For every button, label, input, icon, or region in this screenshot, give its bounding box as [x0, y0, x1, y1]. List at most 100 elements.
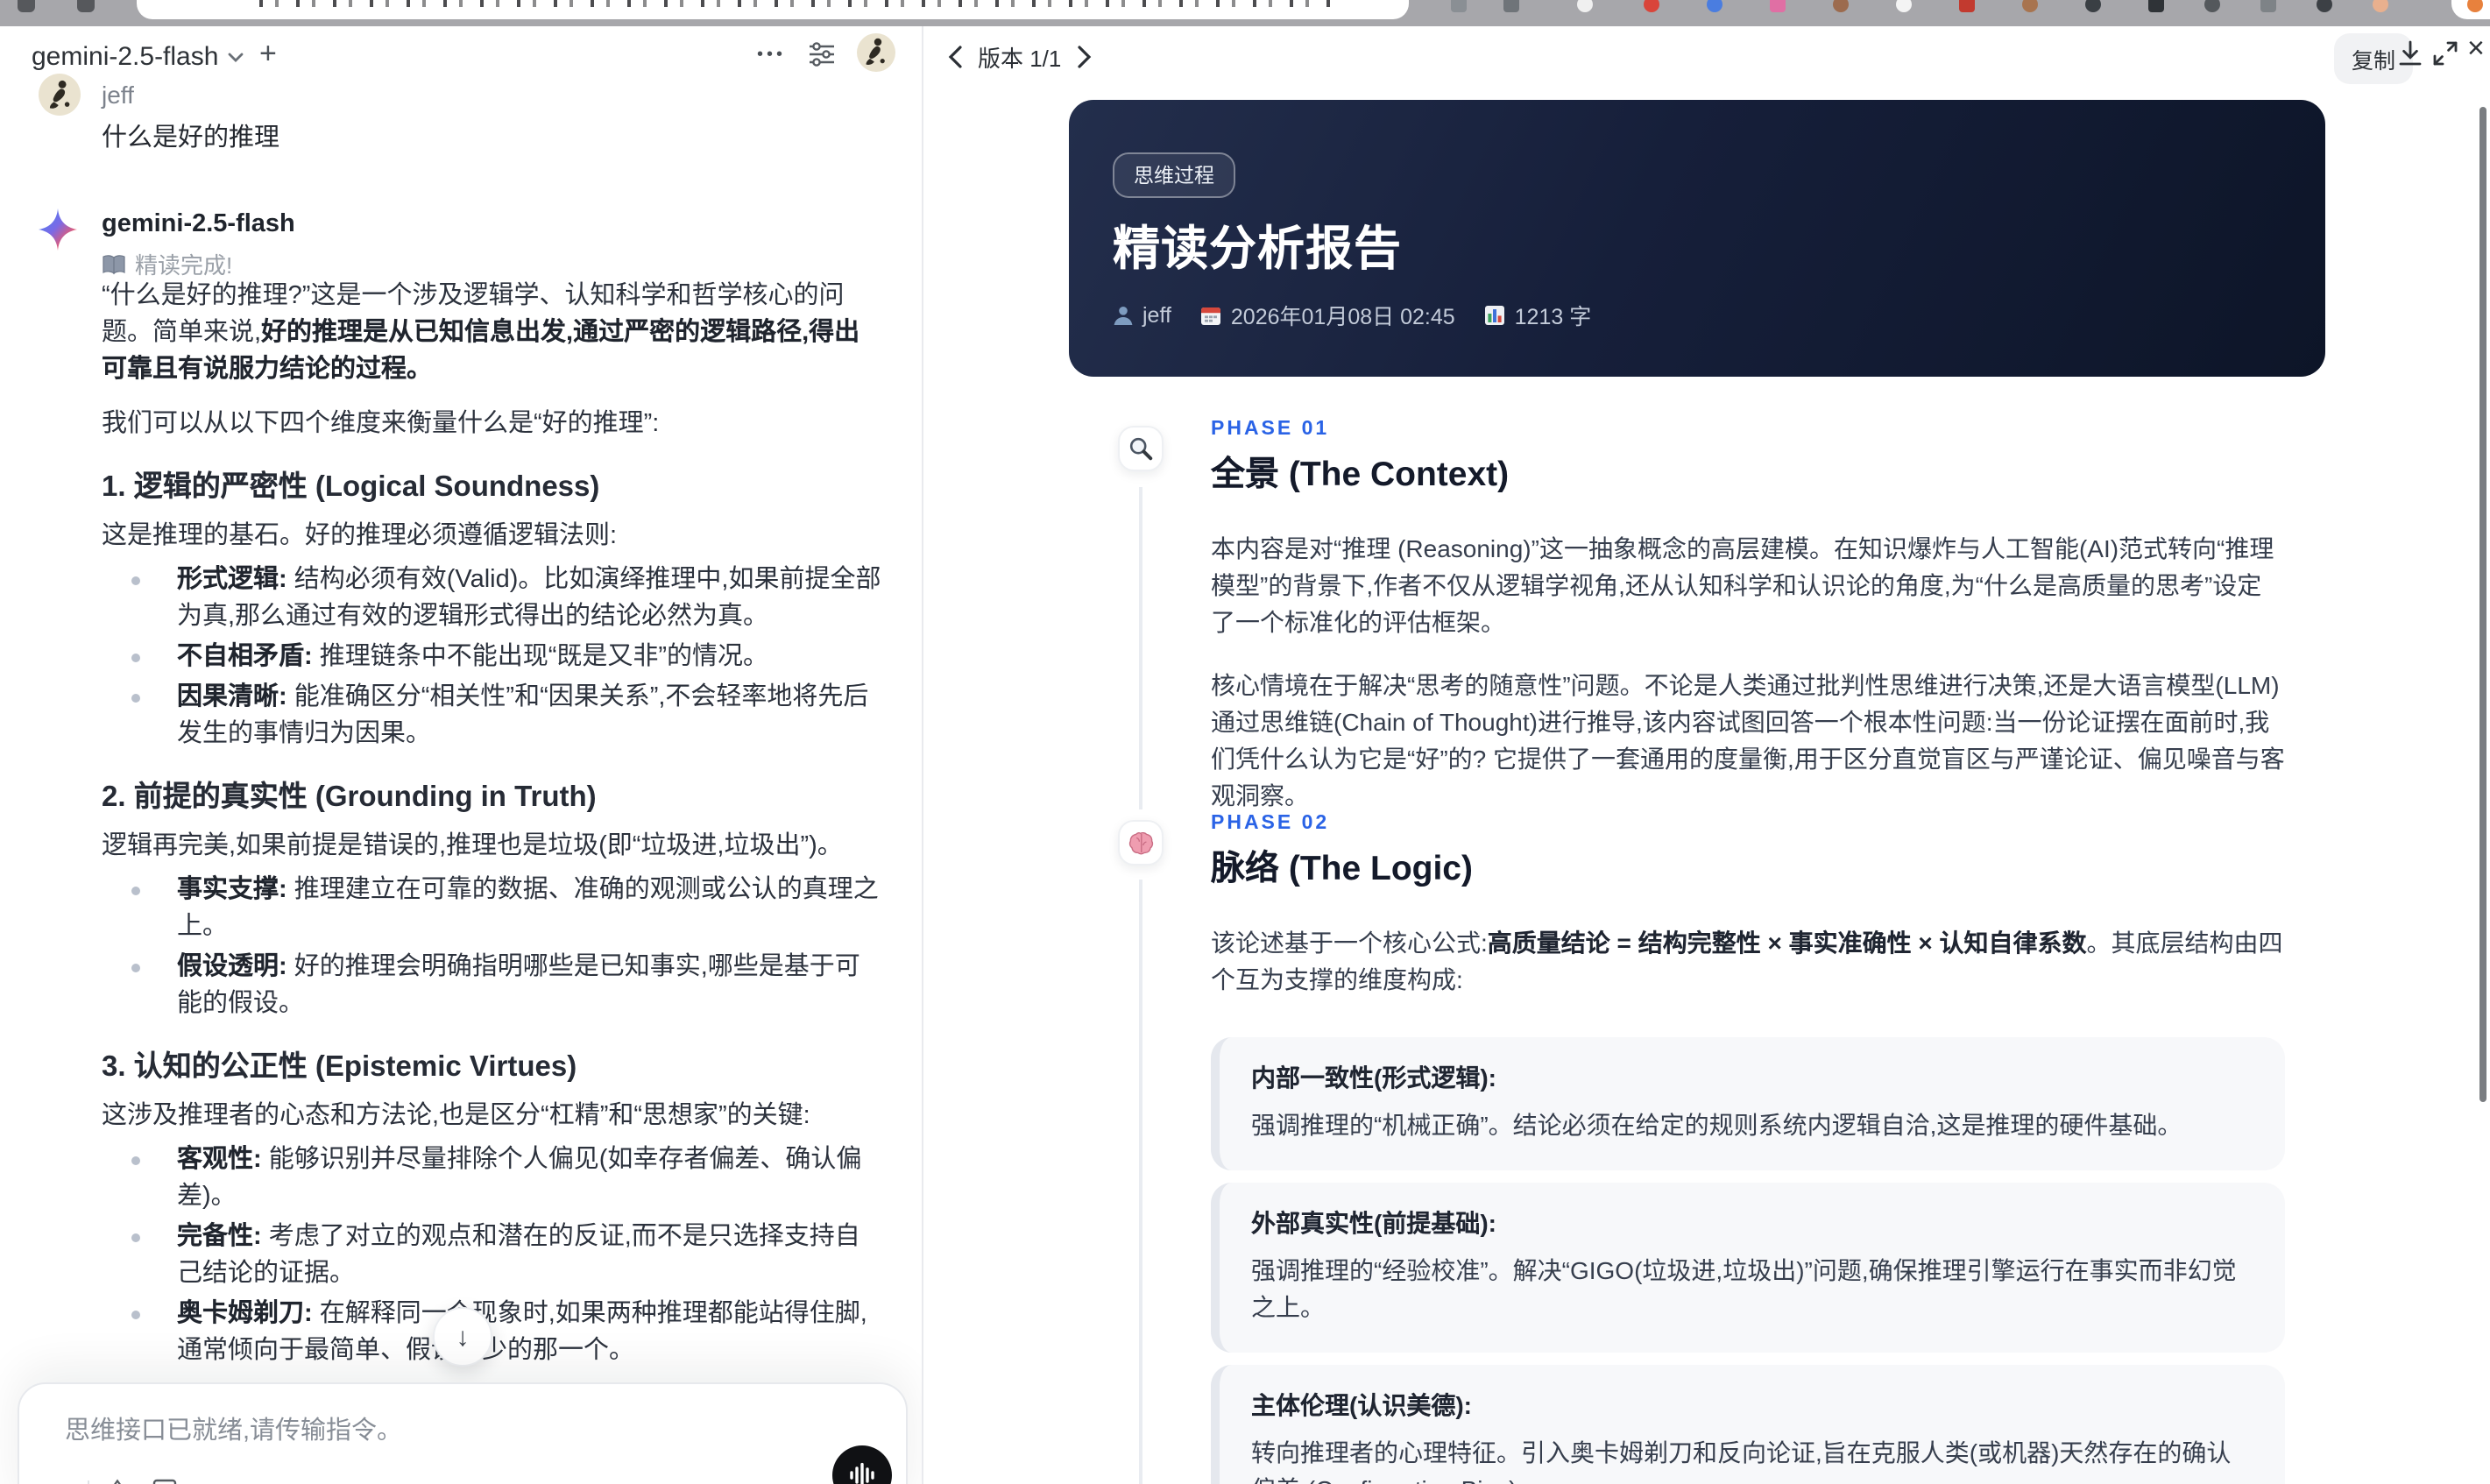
- skills-sparkle-button[interactable]: [103, 1479, 131, 1484]
- extension-icon[interactable]: [1451, 0, 1467, 12]
- scroll-to-bottom-button[interactable]: ↓: [433, 1307, 492, 1367]
- timeline-connector: [1139, 880, 1142, 1484]
- app-root: gemini-2.5-flash + ••• jeff 什么是好的推理 gemi…: [0, 0, 2490, 1484]
- browser-apps-icon[interactable]: [77, 0, 95, 12]
- overview-line: 我们可以从以下四个维度来衡量什么是“好的推理”:: [102, 410, 660, 438]
- extension-icon[interactable]: [1959, 0, 1975, 12]
- next-version-button[interactable]: [1077, 46, 1091, 68]
- assistant-status: 精读完成!: [102, 247, 232, 280]
- extension-icon[interactable]: [1707, 0, 1722, 12]
- extension-icon[interactable]: [2022, 0, 2038, 12]
- extension-icon[interactable]: [1833, 0, 1849, 12]
- section-2-heading: 2. 前提的真实性 (Grounding in Truth): [102, 781, 597, 813]
- phase2-kicker: PHASE 02: [1211, 813, 1330, 834]
- sparkle-diamonds-icon: [114, 1479, 121, 1484]
- bar-chart-icon: [1485, 305, 1505, 324]
- version-navigator: 版本 1/1: [948, 40, 1091, 74]
- user-message-author: jeff: [102, 81, 134, 109]
- previous-version-button[interactable]: [948, 46, 962, 68]
- section-3-heading: 3. 认知的公正性 (Epistemic Virtues): [102, 1051, 577, 1083]
- core-formula: 高质量结论 = 结构完整性 × 事实准确性 × 认知自律系数: [1487, 929, 2087, 957]
- extension-icon[interactable]: [1644, 0, 1659, 12]
- main-area: gemini-2.5-flash + ••• jeff 什么是好的推理 gemi…: [0, 26, 2490, 1484]
- composer-placeholder: 思维接口已就绪,请传输指令。: [65, 1417, 403, 1445]
- model-selector[interactable]: gemini-2.5-flash: [32, 42, 243, 72]
- more-options-button[interactable]: •••: [757, 46, 786, 65]
- phase2-title: 脉络 (The Logic): [1211, 850, 1473, 888]
- phase2-icon-card: [1118, 820, 1164, 866]
- extension-icon[interactable]: [2373, 0, 2388, 12]
- scrollbar-thumb[interactable]: [2479, 107, 2486, 1102]
- browser-back-icon[interactable]: [18, 0, 35, 12]
- user-message-avatar: [39, 74, 81, 116]
- list-item: 形式逻辑: 结构必须有效(Valid)。比如演绎推理中,如果前提全部为真,那么通…: [102, 562, 885, 636]
- assistant-status-text: 精读完成!: [135, 252, 233, 279]
- section-1-list: 形式逻辑: 结构必须有效(Valid)。比如演绎推理中,如果前提全部为真,那么通…: [102, 562, 885, 753]
- section-1-heading: 1. 逻辑的严密性 (Logical Soundness): [102, 471, 600, 503]
- extension-icon[interactable]: [1503, 0, 1519, 12]
- phase1-paragraph-1: 本内容是对“推理 (Reasoning)”这一抽象概念的高层建模。在知识爆炸与人…: [1211, 534, 2274, 636]
- dimension-card: 外部真实性(前提基础): 强调推理的“经验校准”。解决“GIGO(垃圾进,垃圾出…: [1211, 1182, 2285, 1352]
- dimension-card: 内部一致性(形式逻辑): 强调推理的“机械正确”。结论必须在给定的规则系统内逻辑…: [1211, 1037, 2285, 1170]
- artifact-panel: 版本 1/1 复制 × 思维过程 精读分析报告 jeff 2026年01月08日…: [922, 26, 2490, 1484]
- intro-paragraph: “什么是好的推理?”这是一个涉及逻辑学、认知科学和哲学核心的问题。简单来说,好的…: [102, 282, 860, 384]
- dimension-card: 主体伦理(认识美德): 转向推理者的心理特征。引入奥卡姆剃刀和反向论证,旨在克服…: [1211, 1364, 2285, 1484]
- browser-omnibox[interactable]: [137, 0, 1409, 19]
- section-3-list: 客观性: 能够识别并尽量排除个人偏见(如幸存者偏差、确认偏差)。 完备性: 考虑…: [102, 1142, 885, 1370]
- chevron-right-icon: [1077, 46, 1091, 68]
- list-item: 客观性: 能够识别并尽量排除个人偏见(如幸存者偏差、确认偏差)。: [102, 1142, 885, 1216]
- attach-button[interactable]: +: [51, 1477, 68, 1484]
- close-panel-button[interactable]: ×: [2467, 32, 2485, 67]
- extension-icon[interactable]: [2148, 0, 2164, 12]
- chevron-left-icon: [948, 46, 962, 68]
- version-label: 版本 1/1: [978, 46, 1062, 72]
- clipped-url-text: [259, 0, 1339, 7]
- user-avatar[interactable]: [857, 33, 895, 72]
- avatar-figure-icon: [866, 38, 885, 65]
- dimension-cards: 内部一致性(形式逻辑): 强调推理的“机械正确”。结论必须在给定的规则系统内逻辑…: [1211, 1037, 2285, 1484]
- person-icon: [1114, 306, 1133, 324]
- report-hero-card: 思维过程 精读分析报告 jeff 2026年01月08日 02:45 1213 …: [1069, 100, 2325, 377]
- download-button[interactable]: [2397, 40, 2423, 68]
- chat-panel: gemini-2.5-flash + ••• jeff 什么是好的推理 gemi…: [0, 26, 922, 1484]
- avatar-figure-icon: [48, 79, 69, 108]
- brain-icon: [1128, 831, 1153, 854]
- report-title: 精读分析报告: [1113, 223, 1402, 275]
- phase1-section: PHASE 01 全景 (The Context) 本内容是对“推理 (Reas…: [1211, 419, 2285, 815]
- extension-icon[interactable]: [1770, 0, 1786, 12]
- phase1-title: 全景 (The Context): [1211, 456, 1510, 494]
- extension-icon[interactable]: [2085, 0, 2101, 12]
- list-item: 因果清晰: 能准确区分“相关性”和“因果关系”,不会轻率地将先后发生的事情归为因…: [102, 680, 885, 753]
- phase2-section: PHASE 02 脉络 (The Logic) 该论述基于一个核心公式:高质量结…: [1211, 813, 2285, 1484]
- phase2-lead: 该论述基于一个核心公式:高质量结论 = 结构完整性 × 事实准确性 × 认知自律…: [1211, 929, 2283, 993]
- model-name: gemini-2.5-flash: [32, 42, 219, 72]
- timeline-connector: [1139, 487, 1142, 809]
- assistant-message-author: gemini-2.5-flash: [102, 210, 295, 238]
- voice-input-button[interactable]: [832, 1445, 892, 1484]
- extension-icon[interactable]: [2317, 0, 2332, 12]
- extension-icon[interactable]: [1577, 0, 1593, 12]
- waveform-icon: [850, 1462, 874, 1484]
- extension-icon[interactable]: [1896, 0, 1912, 12]
- phase1-kicker: PHASE 01: [1211, 419, 1330, 440]
- author-meta: jeff: [1113, 302, 1171, 327]
- message-composer[interactable]: 思维接口已就绪,请传输指令。 +: [18, 1382, 908, 1484]
- section-2-list: 事实支撑: 推理建立在可靠的数据、准确的观测或公认的真理之上。 假设透明: 好的…: [102, 873, 885, 1023]
- new-chat-button[interactable]: +: [259, 37, 277, 72]
- fullscreen-button[interactable]: [2432, 40, 2458, 67]
- settings-sliders-button[interactable]: [808, 40, 836, 68]
- section-3-lead: 这涉及推理者的心态和方法论,也是区分“杠精”和“思想家”的关键:: [102, 1102, 810, 1130]
- section-2-lead: 逻辑再完美,如果前提是错误的,推理也是垃圾(即“垃圾进,垃圾出”)。: [102, 832, 843, 860]
- phase1-paragraph-2: 核心情境在于解决“思考的随意性”问题。不论是人类通过批判性思维进行决策,还是大语…: [1211, 671, 2285, 809]
- down-arrow-icon: ↓: [456, 1322, 470, 1352]
- list-item: 不自相矛盾: 推理链条中不能出现“既是又非”的情况。: [102, 640, 885, 676]
- chevron-down-icon: [228, 52, 243, 61]
- book-icon: [103, 254, 125, 274]
- magnifier-icon: [1129, 437, 1153, 461]
- section-1-lead: 这是推理的基石。好的推理必须遵循逻辑法则:: [102, 522, 618, 550]
- extension-icon[interactable]: [2204, 0, 2220, 12]
- bookmark-button[interactable]: [152, 1479, 177, 1484]
- report-meta: jeff 2026年01月08日 02:45 1213 字: [1113, 298, 1591, 331]
- extension-icon[interactable]: [2260, 0, 2276, 12]
- sliders-icon: [810, 42, 834, 67]
